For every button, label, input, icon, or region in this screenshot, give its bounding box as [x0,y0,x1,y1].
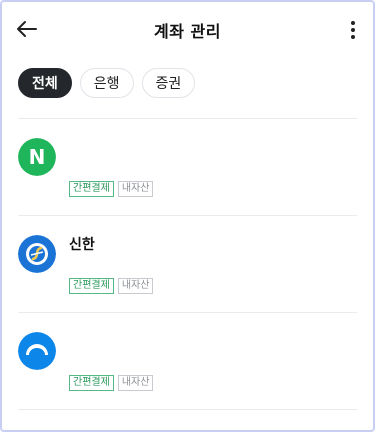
naver-logo-letter: N [29,145,46,169]
filter-chips: 전체 은행 증권 [18,68,196,100]
tag-my-asset: 내자산 [117,375,154,391]
list-item[interactable]: 신한 간편결제 내자산 [18,216,357,313]
chip-all[interactable]: 전체 [18,68,72,98]
tag-group: 간편결제 내자산 [69,278,154,294]
tag-my-asset: 내자산 [117,181,154,197]
naver-logo-icon: N [18,138,56,176]
page-title: 계좌 관리 [154,22,221,41]
account-name: 신한 [69,237,95,253]
tag-easy-pay: 간편결제 [69,375,114,391]
header: 계좌 관리 [2,2,373,58]
chip-bank[interactable]: 은행 [79,68,134,98]
more-vertical-icon [351,21,355,39]
tag-group: 간편결제 내자산 [69,375,154,391]
shinhan-logo-icon [18,235,56,273]
tag-easy-pay: 간편결제 [69,181,114,197]
tag-easy-pay: 간편결제 [69,278,114,294]
tag-group: 간편결제 내자산 [69,181,154,197]
list-item[interactable]: 간편결제 내자산 [18,313,357,410]
blue-bank-logo-icon [18,332,56,370]
more-button[interactable] [343,18,363,42]
chip-securities[interactable]: 증권 [141,68,196,98]
tag-my-asset: 내자산 [117,278,154,294]
list-item[interactable]: N 간편결제 내자산 [18,119,357,216]
app-frame: 계좌 관리 전체 은행 증권 N 간편결제 내자산 신한 간편결제 내자산 간편… [0,0,375,432]
account-list: N 간편결제 내자산 신한 간편결제 내자산 간편결제 내자산 [18,118,357,410]
